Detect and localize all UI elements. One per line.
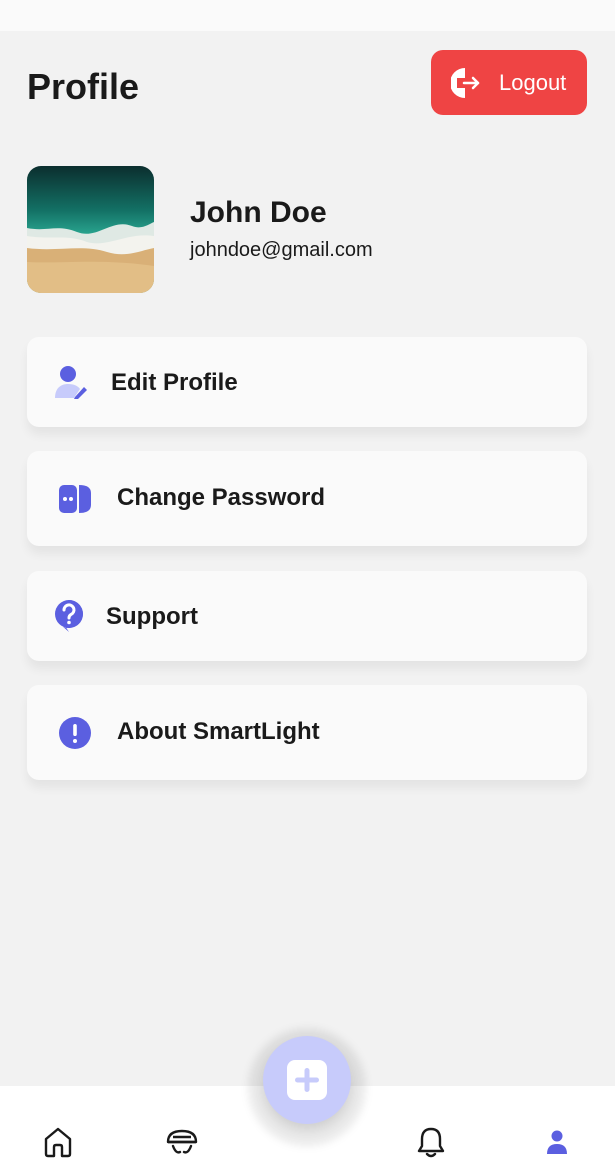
change-password-button[interactable]: Change Password [27,451,587,546]
nav-home[interactable] [41,1124,75,1160]
logout-button[interactable]: Logout [431,50,587,115]
add-icon [287,1060,327,1100]
about-label: About SmartLight [117,718,320,745]
add-button[interactable] [263,1036,351,1124]
user-email: johndoe@gmail.com [190,239,373,261]
user-edit-icon [54,365,88,399]
logout-icon [451,66,481,100]
edit-profile-label: Edit Profile [111,369,238,396]
user-name: John Doe [190,196,327,229]
page-title: Profile [27,66,140,107]
support-button[interactable]: Support [27,571,587,661]
support-label: Support [106,603,198,630]
nav-profile[interactable] [540,1124,574,1160]
nav-lamp[interactable] [165,1124,199,1160]
edit-profile-button[interactable]: Edit Profile [27,337,587,427]
nav-notifications[interactable] [414,1124,448,1160]
help-icon [54,599,84,633]
change-password-label: Change Password [117,484,326,511]
password-icon [59,483,91,515]
about-button[interactable]: About SmartLight [27,685,587,780]
user-icon [546,1128,568,1156]
home-icon [43,1126,73,1158]
lamp-icon [166,1128,198,1156]
info-icon [59,717,91,749]
bell-icon [417,1126,445,1158]
logout-label: Logout [499,69,567,95]
status-bar [0,0,615,31]
avatar [27,166,154,293]
